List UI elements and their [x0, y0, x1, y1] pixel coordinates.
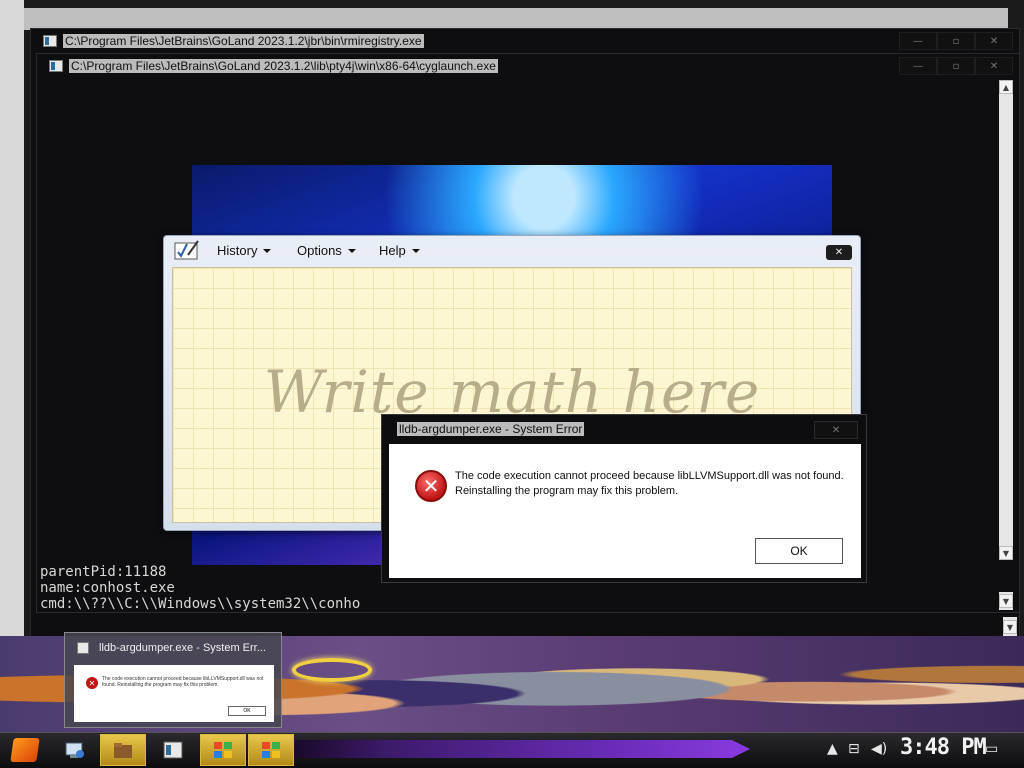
- preview-ok-button: OK: [228, 706, 266, 716]
- minimize-button[interactable]: —: [899, 57, 937, 75]
- math-panel-logo-icon: [174, 240, 199, 260]
- action-center-icon[interactable]: ▭: [985, 741, 998, 757]
- taskbar-decoration: [295, 740, 750, 758]
- scroll-down-arrow-icon[interactable]: ▼: [999, 594, 1013, 608]
- chevron-down-icon: [263, 248, 272, 253]
- titlebar[interactable]: C:\Program Files\JetBrains\GoLand 2023.1…: [31, 29, 1019, 51]
- taskbar-item-console[interactable]: [150, 734, 196, 766]
- close-button[interactable]: ✕: [975, 57, 1013, 75]
- windows-app-icon: [214, 742, 232, 758]
- preview-title: lldb-argdumper.exe - System Err...: [99, 642, 266, 654]
- console-app-icon: [43, 35, 57, 47]
- vertical-scrollbar[interactable]: ▲ ▼: [999, 80, 1013, 560]
- error-icon: ✕: [86, 677, 98, 689]
- start-icon: [10, 738, 40, 762]
- taskbar-item-windows-app-2[interactable]: [248, 734, 294, 766]
- console-line: name:conhost.exe: [40, 580, 175, 596]
- menu-options[interactable]: Options: [297, 243, 356, 258]
- console-line: cmd:\\??\\C:\\Windows\\system32\\conho: [40, 596, 361, 612]
- menu-options-label: Options: [297, 243, 342, 258]
- start-button[interactable]: [2, 734, 48, 766]
- taskbar-item-control-panel[interactable]: [52, 734, 98, 766]
- menu-history-label: History: [217, 243, 258, 258]
- titlebar[interactable]: C:\Program Files\JetBrains\GoLand 2023.1…: [37, 54, 1019, 76]
- preview-body: ✕ The code execution cannot proceed beca…: [74, 665, 274, 722]
- dialog-title: lldb-argdumper.exe - System Error: [397, 422, 585, 436]
- network-icon[interactable]: ⊟: [848, 741, 860, 757]
- menu-help-label: Help: [379, 243, 406, 258]
- maximize-button[interactable]: ▫: [937, 57, 975, 75]
- volume-icon[interactable]: ◀): [871, 741, 887, 757]
- preview-message: The code execution cannot proceed becaus…: [102, 676, 264, 688]
- desktop-edge-left: [0, 0, 24, 732]
- taskbar-item-windows-app-1[interactable]: [200, 734, 246, 766]
- lower-scrollbar[interactable]: ▼: [999, 592, 1013, 610]
- console-line: parentPid:11188: [40, 564, 167, 580]
- halo-decoration: [292, 658, 372, 682]
- error-icon: ✕: [415, 470, 447, 502]
- chevron-down-icon: [347, 248, 356, 253]
- ok-button[interactable]: OK: [755, 538, 843, 564]
- scroll-up-arrow-icon[interactable]: ▲: [999, 80, 1013, 94]
- show-hidden-icons-chevron-icon[interactable]: ▲: [827, 741, 838, 757]
- window-title: C:\Program Files\JetBrains\GoLand 2023.1…: [63, 34, 424, 48]
- console-app-icon: [49, 60, 63, 72]
- console-icon: [163, 741, 183, 759]
- taskbar-thumbnail-preview[interactable]: lldb-argdumper.exe - System Err... ✕ The…: [64, 632, 282, 728]
- folder-icon: [114, 743, 132, 758]
- window-title: C:\Program Files\JetBrains\GoLand 2023.1…: [69, 59, 498, 73]
- windows-app-icon: [262, 742, 280, 758]
- scroll-down-arrow-icon[interactable]: ▼: [1003, 620, 1017, 634]
- menu-history[interactable]: History: [217, 243, 272, 258]
- close-button[interactable]: ✕: [814, 421, 858, 439]
- system-error-dialog[interactable]: lldb-argdumper.exe - System Error ✕ ✕ Th…: [381, 414, 867, 583]
- dialog-body: ✕ The code execution cannot proceed beca…: [389, 444, 861, 578]
- menu-help[interactable]: Help: [379, 243, 420, 258]
- window-icon: [77, 642, 89, 654]
- desktop-edge-top: [24, 8, 1008, 30]
- error-message: The code execution cannot proceed becaus…: [455, 470, 844, 497]
- control-panel-icon: [65, 742, 84, 758]
- taskbar-clock[interactable]: 3:48 PM: [900, 735, 987, 760]
- minimize-button[interactable]: —: [899, 32, 937, 50]
- vertical-scrollbar[interactable]: ▼: [1003, 617, 1017, 637]
- chevron-down-icon: [411, 248, 420, 253]
- scroll-down-arrow-icon[interactable]: ▼: [999, 546, 1013, 560]
- maximize-button[interactable]: ▫: [937, 32, 975, 50]
- taskbar-item-explorer[interactable]: [100, 734, 146, 766]
- close-button[interactable]: ✕: [826, 245, 852, 260]
- close-button[interactable]: ✕: [975, 32, 1013, 50]
